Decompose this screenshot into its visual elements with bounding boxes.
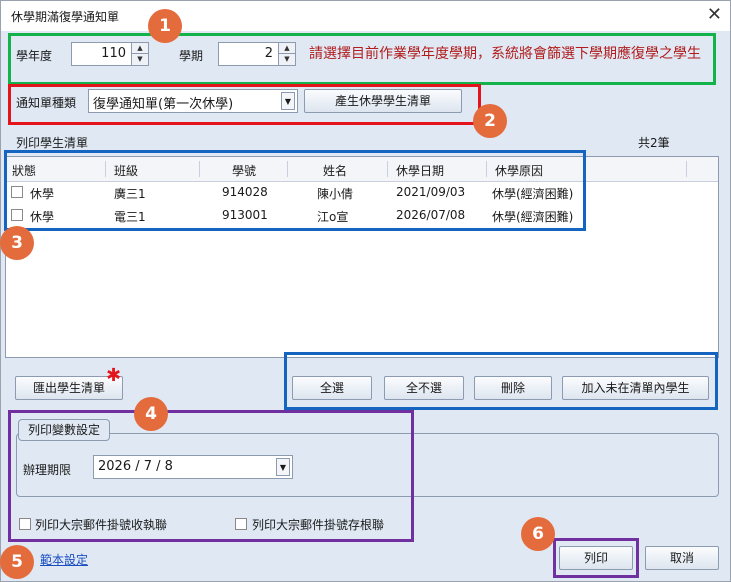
list-title: 列印學生清單	[16, 136, 89, 150]
step-marker-6: 6	[521, 517, 555, 551]
step-marker-3: 3	[0, 226, 34, 260]
step-marker-4: 4	[134, 397, 168, 431]
title-bar: 休學期滿復學通知單 ✕	[1, 1, 730, 31]
record-count: 共2筆	[638, 136, 670, 150]
highlight-box-purple-settings	[8, 410, 414, 542]
close-icon[interactable]: ✕	[707, 4, 722, 25]
cancel-button[interactable]: 取消	[645, 546, 719, 570]
highlight-box-purple-print	[553, 538, 639, 578]
template-settings-link[interactable]: 範本設定	[40, 551, 88, 568]
step-marker-1: 1	[148, 9, 182, 43]
highlight-box-blue-list	[4, 150, 586, 231]
column-divider[interactable]	[686, 161, 687, 177]
step-marker-5: 5	[0, 545, 34, 579]
highlight-box-red	[8, 84, 481, 125]
window-title: 休學期滿復學通知單	[11, 10, 120, 24]
highlight-box-green	[8, 33, 716, 85]
highlight-box-blue-actions	[284, 352, 718, 410]
star-marker-icon: ✱	[106, 365, 122, 386]
step-marker-2: 2	[473, 104, 507, 138]
